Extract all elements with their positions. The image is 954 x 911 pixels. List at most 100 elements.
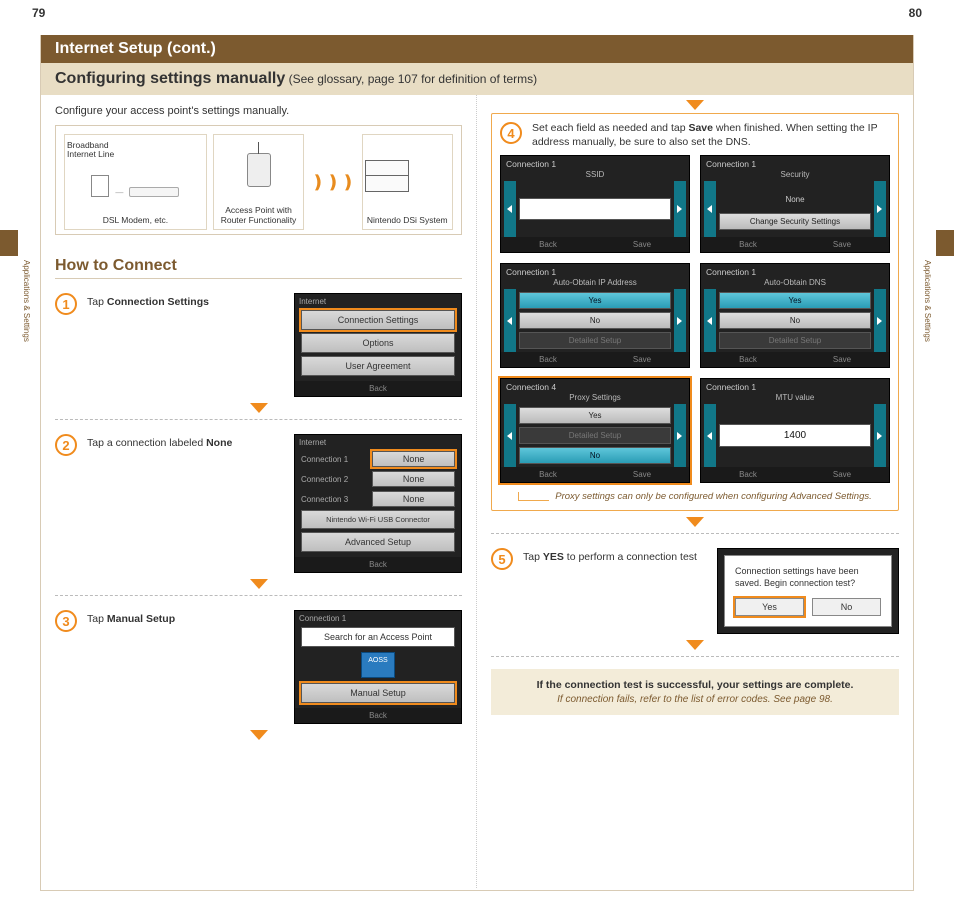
scroll-left-icon[interactable] [704,404,716,467]
side-tab-right [936,230,954,256]
diagram-panel-router: Access Point with Router Functionality [213,134,304,230]
down-arrow-icon [250,403,268,413]
btn-ip-no[interactable]: No [519,312,671,329]
btn-proxy-detailed[interactable]: Detailed Setup [519,427,671,444]
down-arrow-icon [686,640,704,650]
subtitle-bold: Configuring settings manually [55,70,285,87]
page-number-left: 79 [32,6,45,20]
ssid-input[interactable] [519,198,671,220]
btn-save[interactable]: Save [795,237,889,252]
btn-connection-1-none[interactable]: None [372,451,455,467]
scroll-left-icon[interactable] [504,289,516,352]
subtitle-bar: Configuring settings manually (See gloss… [41,63,913,95]
btn-back[interactable]: Back [295,381,461,396]
btn-connection-3-none[interactable]: None [372,491,455,507]
btn-dns-no[interactable]: No [719,312,871,329]
dsi-label: Nintendo DSi System [365,212,450,225]
step-2-text: Tap a connection labeled None [87,434,284,451]
wifi-signal-icon: ❫❫❫ [310,134,355,230]
how-to-connect-heading: How to Connect [55,253,462,279]
step-1-number: 1 [55,293,77,315]
btn-change-security[interactable]: Change Security Settings [719,213,871,230]
btn-connection-2-none[interactable]: None [372,471,455,487]
content-frame: Internet Setup (cont.) Configuring setti… [40,35,914,891]
step-5-number: 5 [491,548,513,570]
left-column: Configure your access point's settings m… [41,95,477,888]
screenshot-mtu: Connection 1 MTU value 1400 BackSave [700,378,890,483]
btn-back[interactable]: Back [701,352,795,367]
wall-outlet-icon [91,175,109,197]
screenshot-manual-setup: Connection 1 Search for an Access Point … [294,610,462,724]
btn-save[interactable]: Save [595,237,689,252]
screenshot-auto-dns: Connection 1 Auto-Obtain DNS Yes No Deta… [700,263,890,368]
btn-options[interactable]: Options [301,333,455,353]
scroll-right-icon[interactable] [674,404,686,467]
down-arrow-icon [250,730,268,740]
scroll-right-icon[interactable] [874,404,886,467]
btn-back[interactable]: Back [295,708,461,723]
btn-ip-yes[interactable]: Yes [519,292,671,309]
subtitle-rest: (See glossary, page 107 for definition o… [285,72,537,86]
side-caption-right: Applications & Settings [923,260,932,342]
btn-search-access-point[interactable]: Search for an Access Point [301,627,455,647]
btn-advanced-setup[interactable]: Advanced Setup [301,532,455,552]
modem-label: DSL Modem, etc. [67,212,204,225]
scroll-left-icon[interactable] [704,181,716,237]
btn-proxy-no[interactable]: No [519,447,671,464]
btn-save[interactable]: Save [795,352,889,367]
proxy-note: Proxy settings can only be configured wh… [500,491,890,502]
dialog-message: Connection settings have been saved. Beg… [735,566,881,589]
step-1: 1 Tap Connection Settings Internet Conne… [55,293,462,397]
btn-back[interactable]: Back [295,557,461,572]
final-note: If the connection test is successful, yo… [491,669,899,715]
mtu-value[interactable]: 1400 [719,424,871,447]
page-number-right: 80 [909,6,922,20]
btn-proxy-yes[interactable]: Yes [519,407,671,424]
btn-back[interactable]: Back [501,467,595,482]
scroll-left-icon[interactable] [504,404,516,467]
aoss-icon[interactable]: AOSS [361,652,395,678]
btn-save[interactable]: Save [595,467,689,482]
btn-save[interactable]: Save [595,352,689,367]
divider [55,419,462,420]
side-caption-left: Applications & Settings [22,260,31,342]
btn-back[interactable]: Back [501,237,595,252]
step-2-number: 2 [55,434,77,456]
btn-ip-detailed[interactable]: Detailed Setup [519,332,671,349]
step-3-text: Tap Manual Setup [87,610,284,627]
scroll-right-icon[interactable] [674,181,686,237]
dsl-modem-icon [129,187,179,197]
router-label: Access Point with Router Functionality [216,202,301,225]
scroll-right-icon[interactable] [674,289,686,352]
screenshot-connection-test: Connection settings have been saved. Beg… [717,548,899,633]
btn-back[interactable]: Back [501,352,595,367]
btn-manual-setup[interactable]: Manual Setup [301,683,455,703]
step-4-number: 4 [500,122,522,144]
btn-dns-yes[interactable]: Yes [719,292,871,309]
btn-connection-settings[interactable]: Connection Settings [301,310,455,330]
scroll-left-icon[interactable] [704,289,716,352]
network-diagram: Broadband Internet Line — DSL Modem, etc… [55,125,462,235]
scroll-right-icon[interactable] [874,181,886,237]
btn-back[interactable]: Back [701,467,795,482]
btn-user-agreement[interactable]: User Agreement [301,356,455,376]
btn-dns-detailed[interactable]: Detailed Setup [719,332,871,349]
screenshot-proxy: Connection 4 Proxy Settings Yes Detailed… [500,378,690,483]
step-5: 5 Tap YES to perform a connection test C… [491,548,899,633]
step-1-text: Tap Connection Settings [87,293,284,310]
btn-wifi-usb-connector[interactable]: Nintendo Wi-Fi USB Connector [301,510,455,529]
right-column: 4 Set each field as needed and tap Save … [477,95,913,888]
side-tab-left [0,230,18,256]
continuation-arrow-icon [686,100,704,110]
diagram-panel-dsi: Nintendo DSi System [362,134,453,230]
scroll-left-icon[interactable] [504,181,516,237]
security-value: None [719,189,871,210]
btn-test-yes[interactable]: Yes [735,598,804,616]
btn-save[interactable]: Save [795,467,889,482]
down-arrow-icon [686,517,704,527]
screenshot-auto-ip: Connection 1 Auto-Obtain IP Address Yes … [500,263,690,368]
btn-test-no[interactable]: No [812,598,881,616]
step-3-number: 3 [55,610,77,632]
scroll-right-icon[interactable] [874,289,886,352]
btn-back[interactable]: Back [701,237,795,252]
